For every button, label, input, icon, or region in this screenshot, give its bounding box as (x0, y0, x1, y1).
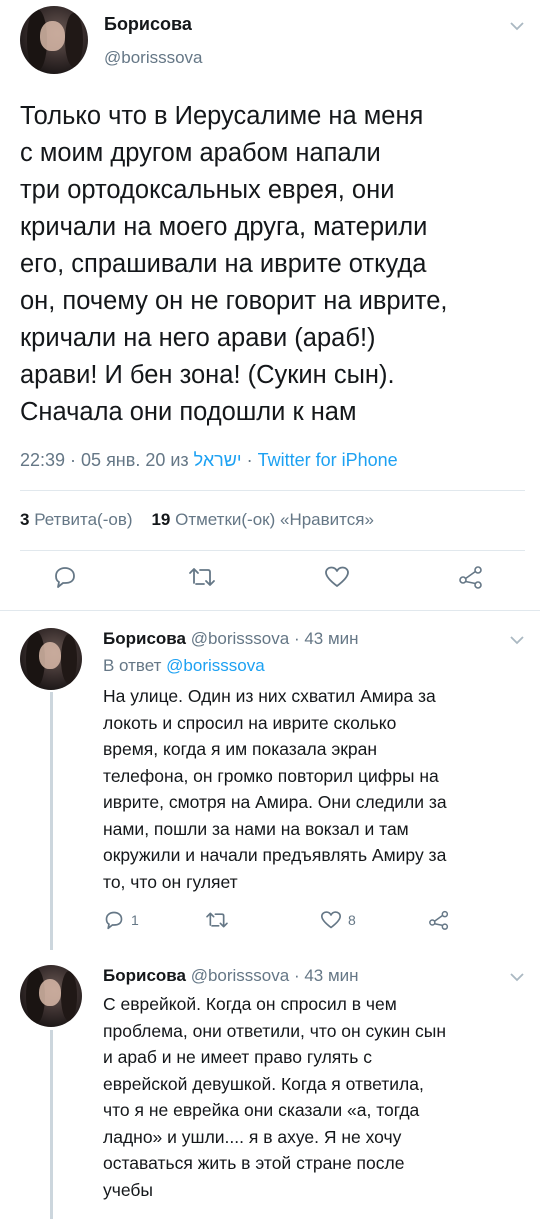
tweet-source[interactable]: Twitter for iPhone (258, 450, 398, 470)
heart-icon (320, 910, 342, 930)
heart-icon (324, 565, 350, 589)
retweet-button[interactable] (188, 565, 216, 589)
like-button[interactable]: 8 (320, 910, 356, 930)
likes-label: Отметки(-ок) «Нравится» (175, 510, 374, 529)
tweet-stats: 3 Ретвита(-ов) 19 Отметки(-ок) «Нравится… (20, 510, 374, 530)
share-icon (428, 910, 450, 930)
tweet-actions (0, 565, 540, 595)
reply-to: В ответ @borisssova (103, 656, 265, 676)
meta-separator: · (241, 450, 258, 470)
tweet-meta: 22:39 · 05 янв. 20 из ישראל · Twitter fo… (20, 450, 398, 471)
reply-author-handle[interactable]: @borisssova (191, 629, 290, 648)
reply-icon (103, 910, 125, 930)
reply-header: Борисова @borisssova · 43 мин (103, 966, 359, 985)
retweets-stat[interactable]: 3 Ретвита(-ов) (20, 510, 133, 529)
reply-header: Борисова @borisssova · 43 мин (103, 629, 359, 648)
divider (20, 550, 525, 551)
reply-time: 43 мин (304, 966, 359, 985)
share-button[interactable] (458, 565, 484, 589)
like-button[interactable] (324, 565, 350, 589)
retweet-icon (205, 910, 229, 930)
reply-text: С еврейкой. Когда он спросил в чем пробл… (103, 994, 447, 1200)
chevron-down-icon[interactable] (510, 18, 524, 34)
retweet-button[interactable] (205, 910, 229, 930)
tweet-text: Только что в Иерусалиме на меня с моим д… (20, 102, 448, 426)
reply-text: На улице. Один из них схватил Амира за л… (103, 686, 447, 892)
share-icon (458, 565, 484, 589)
reply-to-handle[interactable]: @borisssova (166, 656, 265, 675)
divider (0, 610, 540, 611)
reply-icon (52, 565, 78, 589)
thread-line (50, 1030, 53, 1219)
reply-actions: 1 8 (0, 910, 540, 940)
reply-author-name[interactable]: Борисова (103, 629, 186, 648)
avatar[interactable] (20, 6, 88, 74)
retweets-label: Ретвита(-ов) (34, 510, 133, 529)
chevron-down-icon[interactable] (510, 969, 524, 985)
reply-prefix: В ответ (103, 656, 167, 675)
tweet-location[interactable]: ישראל (194, 450, 242, 470)
retweet-icon (188, 565, 216, 589)
likes-count: 19 (151, 510, 171, 529)
reply-button[interactable]: 1 (103, 910, 139, 930)
reply-time: 43 мин (304, 629, 359, 648)
share-button[interactable] (428, 910, 450, 930)
tweet-time: 22:39 · 05 янв. 20 из (20, 450, 194, 470)
author-name[interactable]: Борисова (104, 14, 192, 35)
likes-stat[interactable]: 19 Отметки(-ок) «Нравится» (151, 510, 374, 529)
reply-count: 1 (131, 912, 139, 928)
reply-author-handle[interactable]: @borisssova (191, 966, 290, 985)
author-handle[interactable]: @borisssova (104, 48, 203, 68)
chevron-down-icon[interactable] (510, 632, 524, 648)
reply-author-name[interactable]: Борисова (103, 966, 186, 985)
divider (20, 490, 525, 491)
like-count: 8 (348, 912, 356, 928)
avatar[interactable] (20, 965, 82, 1027)
avatar[interactable] (20, 628, 82, 690)
retweets-count: 3 (20, 510, 30, 529)
reply-button[interactable] (52, 565, 78, 589)
